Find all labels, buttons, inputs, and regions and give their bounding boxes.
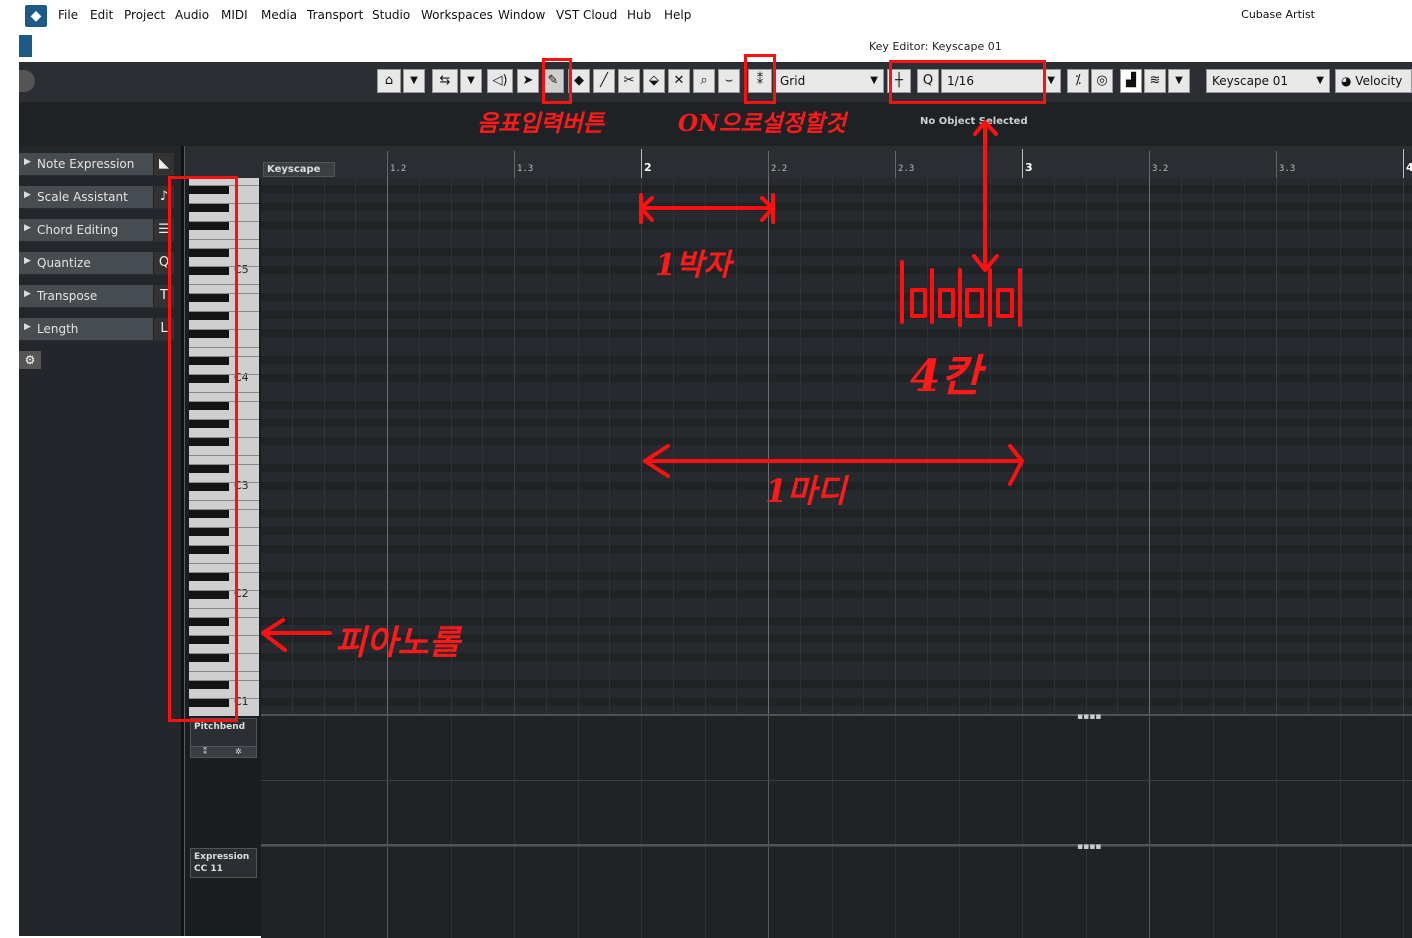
annotation-arrows bbox=[261, 120, 1024, 652]
